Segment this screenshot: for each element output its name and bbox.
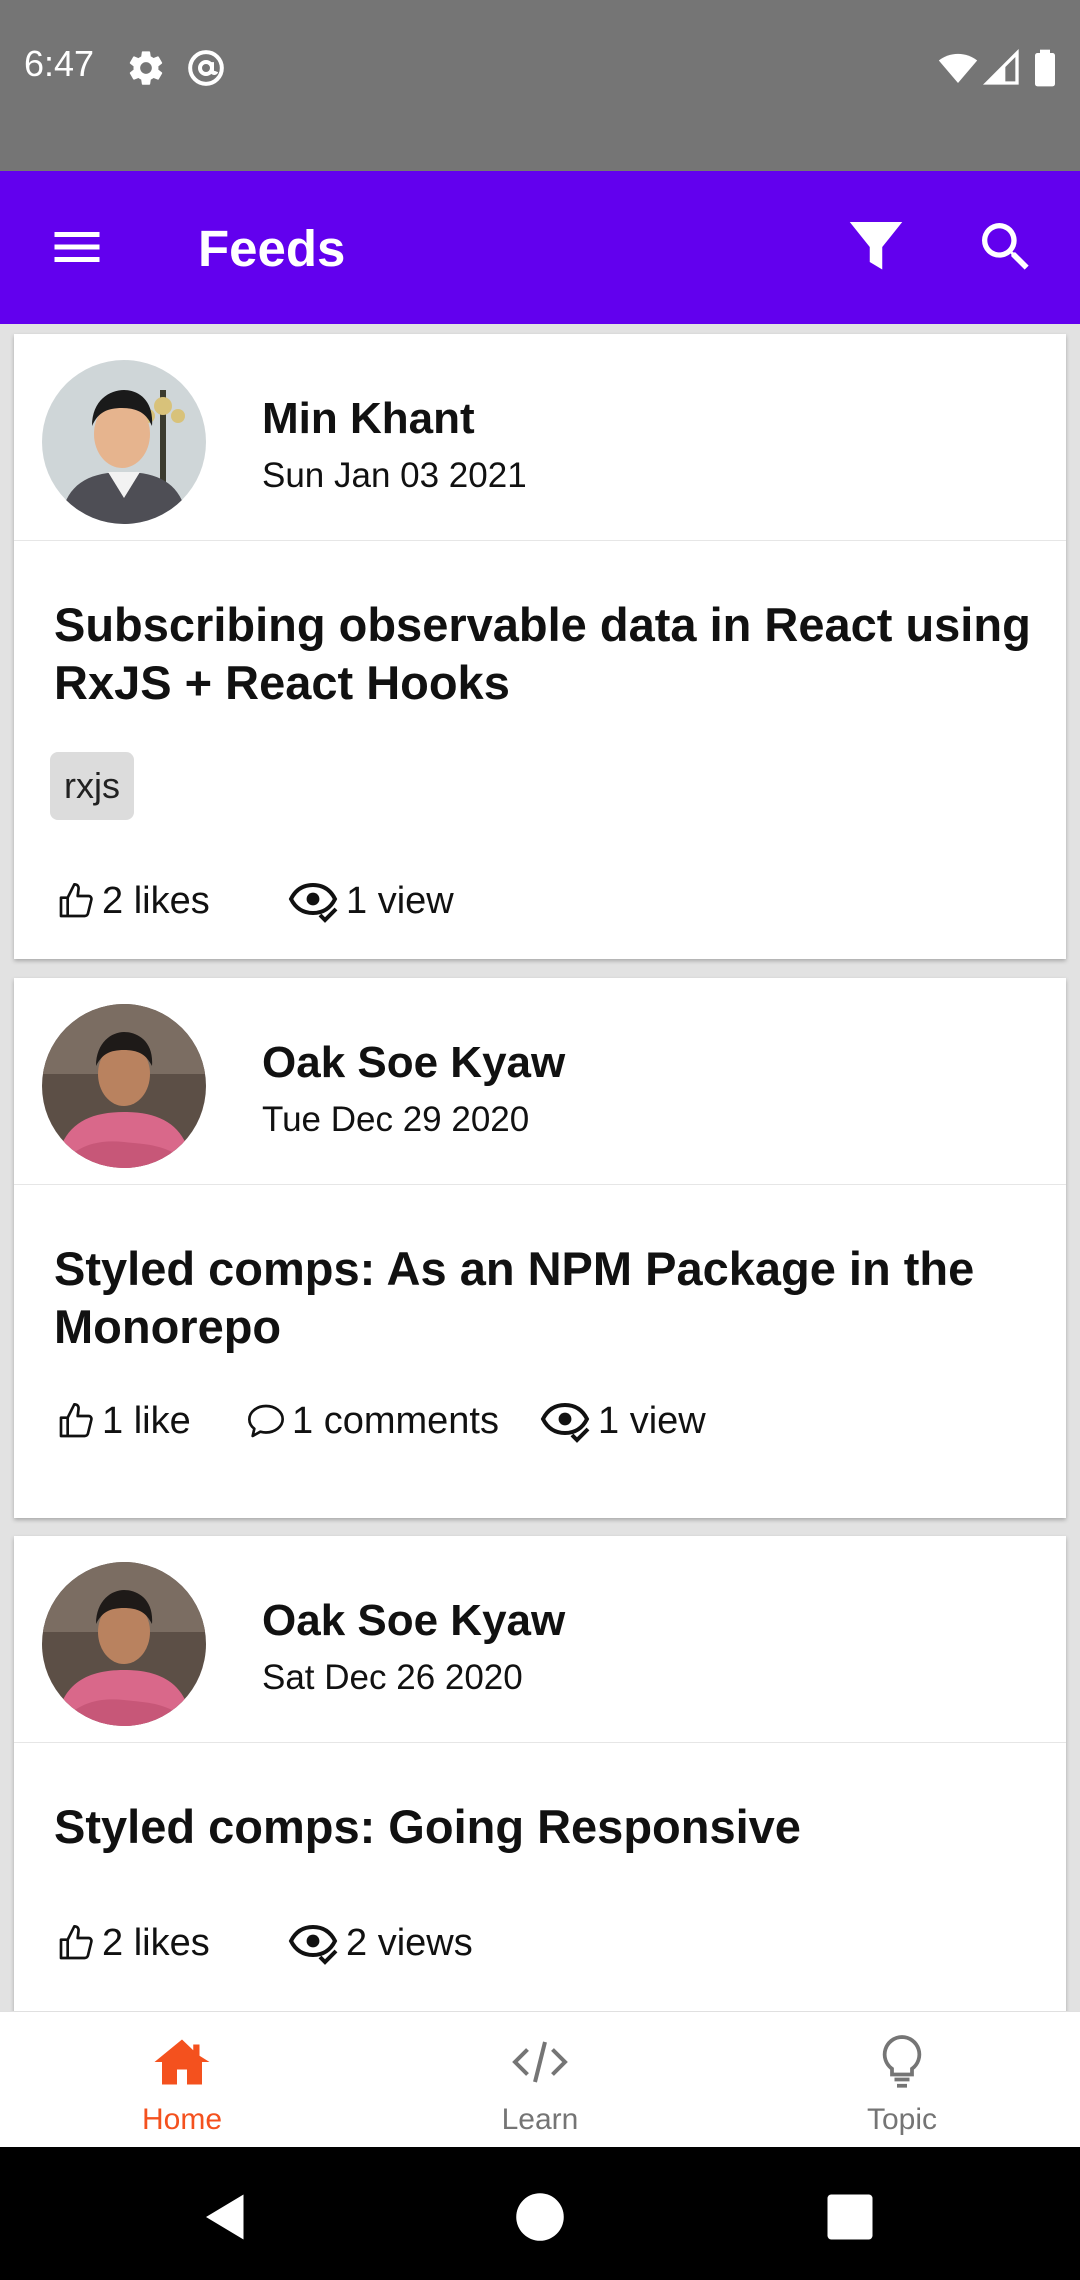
- post-card[interactable]: Oak Soe Kyaw Sat Dec 26 2020 Styled comp…: [14, 1536, 1066, 2011]
- post-header: Min Khant Sun Jan 03 2021: [14, 334, 1066, 541]
- author-name[interactable]: Oak Soe Kyaw: [262, 1596, 565, 1646]
- eye-check-icon: [288, 1924, 338, 1965]
- post-title[interactable]: Styled comps: Going Responsive: [54, 1798, 1044, 1856]
- avatar[interactable]: [42, 360, 206, 524]
- thumbs-up-icon: [59, 1925, 93, 1960]
- nav-item-topic[interactable]: Topic: [802, 2012, 1002, 2148]
- system-nav-bar: [0, 2147, 1080, 2280]
- author-name[interactable]: Oak Soe Kyaw: [262, 1038, 565, 1088]
- tag-chip[interactable]: rxjs: [50, 752, 134, 820]
- avatar-photo: [42, 1004, 206, 1168]
- view-count: 1 view: [346, 879, 454, 922]
- post-date: Sat Dec 26 2020: [262, 1658, 523, 1697]
- avatar-photo: [42, 1562, 206, 1726]
- lightbulb-icon: [882, 2035, 922, 2088]
- eye-check-icon: [540, 1402, 590, 1443]
- filter-icon[interactable]: [846, 215, 906, 279]
- post-header: Oak Soe Kyaw Sat Dec 26 2020: [14, 1536, 1066, 1743]
- comment-count: 1 comments: [292, 1399, 499, 1442]
- like-count: 2 likes: [102, 879, 210, 922]
- feed-list[interactable]: Min Khant Sun Jan 03 2021 Subscribing ob…: [0, 324, 1080, 2011]
- like-stat[interactable]: 2 likes: [56, 1918, 210, 1968]
- post-date: Sun Jan 03 2021: [262, 456, 527, 495]
- like-stat[interactable]: 1 like: [56, 1396, 191, 1446]
- post-title[interactable]: Styled comps: As an NPM Package in the M…: [54, 1240, 1044, 1356]
- author-name[interactable]: Min Khant: [262, 394, 475, 444]
- post-card[interactable]: Min Khant Sun Jan 03 2021 Subscribing ob…: [14, 334, 1066, 959]
- view-stat: 1 view: [288, 876, 454, 926]
- status-bar: 6:47: [0, 0, 1080, 171]
- view-count: 2 views: [346, 1921, 473, 1964]
- bottom-nav: Home Learn Topic: [0, 2011, 1080, 2148]
- post-title[interactable]: Subscribing observable data in React usi…: [54, 596, 1044, 712]
- home-circle-icon[interactable]: [510, 2187, 570, 2247]
- status-time: 6:47: [24, 43, 95, 84]
- eye-check-icon: [288, 882, 338, 923]
- nav-label: Learn: [501, 2103, 579, 2136]
- recents-icon[interactable]: [820, 2187, 880, 2247]
- back-icon[interactable]: [196, 2187, 256, 2247]
- home-icon: [154, 2039, 210, 2085]
- menu-icon[interactable]: [44, 217, 110, 277]
- comment-icon: [248, 1404, 284, 1438]
- like-count: 1 like: [102, 1399, 191, 1442]
- comment-stat[interactable]: 1 comments: [246, 1396, 499, 1446]
- view-stat: 2 views: [288, 1918, 473, 1968]
- post-header: Oak Soe Kyaw Tue Dec 29 2020: [14, 978, 1066, 1185]
- wifi-icon: [938, 53, 978, 83]
- view-count: 1 view: [598, 1399, 706, 1442]
- thumbs-up-icon: [59, 1403, 93, 1438]
- nav-label: Home: [141, 2103, 223, 2136]
- gear-icon: [129, 51, 163, 85]
- battery-icon: [1035, 49, 1055, 87]
- search-icon[interactable]: [974, 215, 1038, 279]
- app-bar: Feeds: [0, 171, 1080, 324]
- code-icon: [512, 2041, 568, 2083]
- post-card[interactable]: Oak Soe Kyaw Tue Dec 29 2020 Styled comp…: [14, 978, 1066, 1518]
- like-count: 2 likes: [102, 1921, 210, 1964]
- at-sign-icon: [188, 50, 224, 86]
- signal-icon: [982, 48, 1019, 85]
- view-stat: 1 view: [540, 1396, 706, 1446]
- page-title: Feeds: [198, 220, 346, 277]
- like-stat[interactable]: 2 likes: [56, 876, 210, 926]
- post-date: Tue Dec 29 2020: [262, 1100, 530, 1139]
- nav-label: Topic: [866, 2103, 938, 2136]
- thumbs-up-icon: [59, 883, 93, 918]
- nav-item-learn[interactable]: Learn: [440, 2012, 640, 2148]
- avatar[interactable]: [42, 1562, 206, 1726]
- nav-item-home[interactable]: Home: [82, 2012, 282, 2148]
- avatar-photo: [42, 360, 206, 524]
- avatar[interactable]: [42, 1004, 206, 1168]
